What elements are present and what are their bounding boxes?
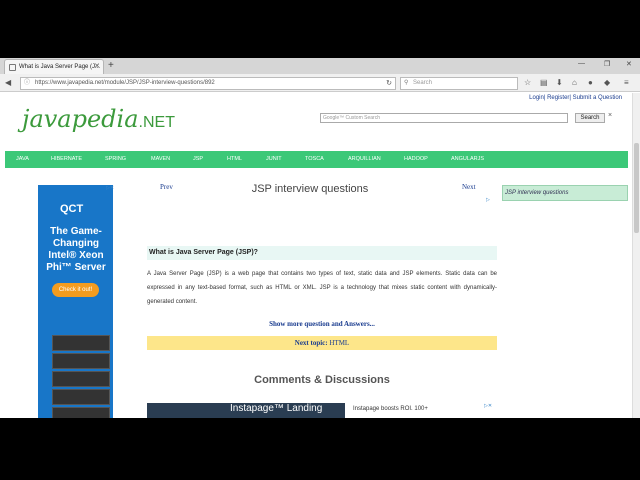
- back-icon[interactable]: ◀: [5, 77, 11, 89]
- browser-tab[interactable]: What is Java Server Page (J... ✕: [4, 59, 104, 74]
- menu-item-spring[interactable]: SPRING: [105, 151, 126, 168]
- left-ad-banner[interactable]: QCT The Game-Changing Intel® Xeon Phi™ S…: [38, 185, 113, 418]
- nav-bar: ◀ ⓘ https://www.javapedia.net/module/JSP…: [0, 74, 640, 92]
- menu-item-hadoop[interactable]: HADOOP: [404, 151, 428, 168]
- page-scrollbar[interactable]: [632, 93, 640, 418]
- next-link[interactable]: Next: [462, 183, 476, 191]
- tab-strip: What is Java Server Page (J... ✕ + — ❐ ✕: [0, 58, 640, 74]
- menu-item-jsp[interactable]: JSP: [193, 151, 203, 168]
- clear-search-icon[interactable]: ×: [608, 112, 612, 119]
- reload-icon[interactable]: ↻: [386, 78, 392, 89]
- ad-bottom-text: Instapage boosts ROI. 100+: [353, 406, 428, 412]
- window-close-icon[interactable]: ✕: [626, 60, 632, 68]
- account-links[interactable]: Login| Register| Submit a Question: [529, 95, 622, 101]
- main-menu: JAVA HIBERNATE SPRING MAVEN JSP HTML JUN…: [5, 151, 628, 168]
- ad-cta-button[interactable]: Check it out!: [52, 283, 99, 297]
- menu-item-maven[interactable]: MAVEN: [151, 151, 170, 168]
- show-more-link[interactable]: Show more question and Answers...: [147, 320, 497, 328]
- next-topic-label: Next topic:: [294, 339, 328, 347]
- next-topic-bar: Next topic: HTML: [147, 336, 497, 350]
- menu-item-arquillian[interactable]: ARQUILLIAN: [348, 151, 381, 168]
- tab-title: What is Java Server Page (J...: [19, 64, 101, 70]
- menu-item-tosca[interactable]: TOSCA: [305, 151, 324, 168]
- minimize-icon[interactable]: —: [578, 60, 585, 67]
- answer-text: A Java Server Page (JSP) is a web page t…: [147, 271, 497, 305]
- menu-item-html[interactable]: HTML: [227, 151, 242, 168]
- search-button[interactable]: Search: [575, 113, 605, 123]
- web-page: Login| Register| Submit a Question javap…: [0, 93, 632, 418]
- shield-icon[interactable]: ◆: [604, 77, 610, 89]
- site-logo[interactable]: javapedia.NET: [22, 105, 175, 133]
- server-rack-image: [52, 335, 110, 351]
- new-tab-button[interactable]: +: [108, 59, 114, 73]
- ad-headline: The Game-Changing Intel® Xeon Phi™ Serve…: [46, 226, 106, 273]
- menu-item-angularjs[interactable]: ANGULARJS: [451, 151, 484, 168]
- ad-choices-icon[interactable]: ▷✕: [484, 403, 492, 409]
- page-title: JSP interview questions: [251, 183, 369, 195]
- reading-list-icon[interactable]: ▤: [540, 77, 548, 89]
- server-rack-image: [52, 371, 110, 387]
- server-rack-image: [52, 407, 110, 418]
- ad-brand: QCT: [60, 203, 84, 215]
- ad-image: Instapage™ Landing: [147, 403, 345, 418]
- bottom-ad-banner[interactable]: Instapage™ Landing Instapage boosts ROI.…: [147, 403, 497, 418]
- address-bar[interactable]: ⓘ https://www.javapedia.net/module/JSP/J…: [20, 77, 396, 90]
- question-heading: What is Java Server Page (JSP)?: [147, 246, 497, 260]
- sidebar-topic-box[interactable]: JSP interview questions: [502, 185, 628, 201]
- lock-icon: ⓘ: [24, 80, 31, 86]
- menu-item-junit[interactable]: JUNIT: [266, 151, 282, 168]
- comments-heading: Comments & Discussions: [254, 374, 390, 386]
- server-rack-image: [52, 353, 110, 369]
- download-icon[interactable]: ⬇: [556, 77, 563, 89]
- menu-icon[interactable]: ≡: [624, 77, 629, 89]
- ad-choices-icon[interactable]: ▷✕: [106, 185, 114, 191]
- menu-item-java[interactable]: JAVA: [16, 151, 29, 168]
- browser-search-input[interactable]: ⚲ Search: [400, 77, 518, 90]
- chat-icon[interactable]: ●: [588, 77, 593, 89]
- prev-link[interactable]: Prev: [160, 183, 173, 191]
- ad-choices-icon[interactable]: ▷: [486, 197, 490, 203]
- server-rack-image: [52, 389, 110, 405]
- next-topic-link[interactable]: HTML: [329, 339, 349, 347]
- close-tab-icon[interactable]: ✕: [94, 60, 100, 74]
- home-icon[interactable]: ⌂: [572, 77, 577, 89]
- site-search-input[interactable]: Google™ Custom Search: [320, 113, 568, 123]
- browser-search-placeholder: Search: [413, 80, 433, 86]
- browser-window: What is Java Server Page (J... ✕ + — ❐ ✕…: [0, 58, 640, 418]
- url-text: https://www.javapedia.net/module/JSP/JSP…: [35, 80, 215, 86]
- menu-item-hibernate[interactable]: HIBERNATE: [51, 151, 82, 168]
- search-icon: ⚲: [404, 80, 409, 86]
- restore-icon[interactable]: ❐: [604, 60, 610, 68]
- bookmark-star-icon[interactable]: ☆: [524, 77, 531, 89]
- scrollbar-thumb[interactable]: [634, 143, 639, 233]
- page-favicon-icon: [9, 64, 16, 71]
- ad-bottom-headline: Instapage™ Landing: [230, 403, 323, 414]
